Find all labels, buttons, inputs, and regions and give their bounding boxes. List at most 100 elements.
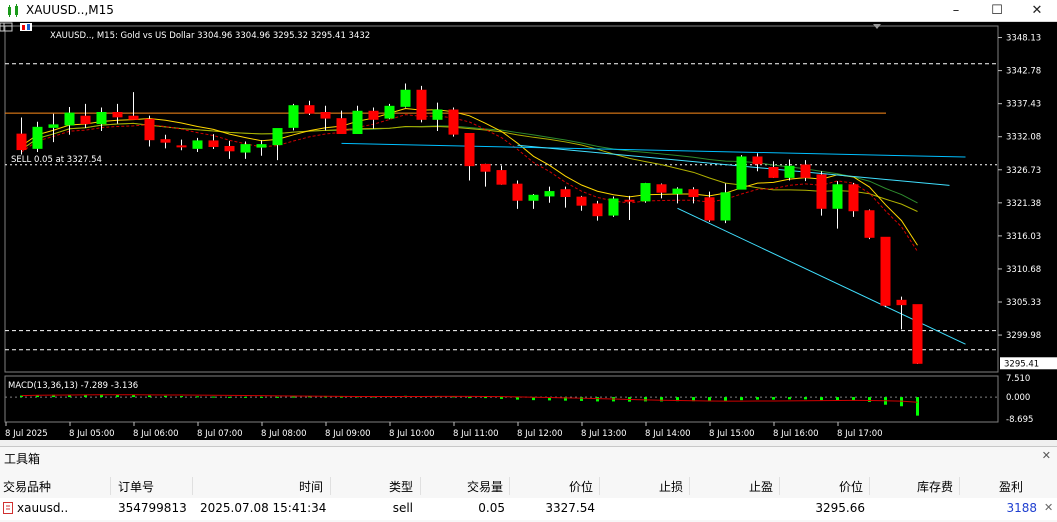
bear-candle (464, 133, 475, 167)
column-header-stop-loss[interactable]: 止损 (610, 478, 683, 495)
column-header-time[interactable]: 时间 (200, 478, 323, 495)
bull-candle (400, 89, 411, 107)
bull-candle (288, 105, 299, 128)
macd-histogram-bar (868, 397, 871, 402)
trade-label: SELL 0.05 at 3327.54 (11, 155, 102, 165)
macd-signal-line (21, 394, 918, 403)
macd-histogram-bar (212, 396, 215, 398)
time-tick-label: 8 Jul 2025 (5, 429, 48, 439)
macd-histogram-bar (148, 395, 151, 398)
bull-candle (672, 188, 683, 194)
order-profit: 3188 (1006, 501, 1037, 515)
orders-table-header: 交易品种 订单号 时间 类型 交易量 价位 止损 止盈 价位 库存费 盈利 (0, 475, 1057, 497)
bear-candle (128, 115, 139, 120)
macd-histogram-bar (500, 397, 503, 399)
price-tick-label: 3337.43 (1006, 100, 1041, 110)
bear-candle (496, 170, 507, 185)
column-header-take-profit[interactable]: 止盈 (700, 478, 773, 495)
macd-tick-label: -8.695 (1006, 415, 1033, 425)
time-tick-label: 8 Jul 16:00 (773, 429, 819, 439)
macd-histogram-bar (260, 396, 263, 398)
order-type: sell (392, 501, 413, 515)
bear-candle (880, 236, 891, 306)
macd-histogram-bar (820, 397, 823, 401)
bear-candle (560, 189, 571, 198)
chart-window-icon (8, 4, 18, 17)
current-price-label: 3295.41 (1004, 359, 1039, 369)
macd-histogram-bar (276, 396, 279, 398)
bull-candle (640, 183, 651, 202)
macd-histogram-bar (228, 396, 231, 398)
column-header-order[interactable]: 订单号 (118, 478, 154, 495)
macd-histogram-bar (484, 397, 487, 399)
bull-candle (32, 126, 43, 149)
bull-candle (64, 112, 75, 126)
bear-candle (688, 189, 699, 198)
bear-candle (704, 197, 715, 221)
column-header-current-price[interactable]: 价位 (790, 478, 863, 495)
bear-candle (768, 166, 779, 178)
column-header-swap[interactable]: 库存费 (880, 478, 953, 495)
macd-histogram-bar (836, 397, 839, 401)
macd-histogram-bar (740, 397, 743, 401)
price-tick-label: 3348.13 (1006, 34, 1041, 44)
macd-histogram-bar (772, 397, 775, 400)
price-chart[interactable]: SELL 0.05 at 3327.54 3348.13 3342.78 3337.4… (0, 22, 1057, 440)
price-tick-label: 3321.38 (1006, 199, 1041, 209)
column-header-symbol[interactable]: 交易品种 (3, 478, 51, 495)
macd-histogram-bar (596, 397, 599, 402)
trend-line-0 (341, 142, 966, 158)
macd-pane-frame (4, 375, 999, 423)
time-tick-label: 8 Jul 06:00 (133, 429, 179, 439)
price-tick-label: 3326.73 (1006, 166, 1041, 176)
bull-candle (240, 144, 251, 153)
price-tick-label: 3299.98 (1006, 331, 1041, 341)
bull-candle (720, 192, 731, 221)
bull-candle (432, 109, 443, 120)
column-header-profit[interactable]: 盈利 (970, 478, 1023, 495)
bear-candle (592, 203, 603, 217)
bear-candle (816, 174, 827, 209)
order-current-price: 3295.66 (815, 501, 865, 515)
column-header-open-price[interactable]: 价位 (520, 478, 593, 495)
bear-candle (176, 145, 187, 148)
order-volume: 0.05 (478, 501, 505, 515)
minimize-button[interactable]: – (939, 0, 973, 22)
order-symbol: xauusd.. (17, 501, 69, 515)
toolbox-close-icon[interactable]: ✕ (1042, 449, 1051, 462)
macd-histogram-bar (164, 395, 167, 398)
bear-candle (800, 164, 811, 178)
price-tick-label: 3316.03 (1006, 232, 1041, 242)
close-order-icon[interactable]: ✕ (1044, 501, 1053, 514)
column-header-volume[interactable]: 交易量 (430, 478, 503, 495)
macd-histogram-bar (804, 397, 807, 400)
bear-candle (912, 304, 923, 364)
bull-candle (528, 194, 539, 201)
macd-histogram-bar (468, 397, 471, 399)
time-tick-label: 8 Jul 09:00 (325, 429, 371, 439)
bear-candle (848, 184, 859, 212)
bear-candle (480, 163, 491, 172)
bear-candle (16, 133, 27, 151)
bear-candle (160, 139, 171, 143)
macd-histogram-bar (180, 396, 183, 398)
close-button[interactable]: ✕ (1020, 0, 1054, 22)
column-header-type[interactable]: 类型 (340, 478, 413, 495)
order-open-price: 3327.54 (545, 501, 595, 515)
bear-candle (576, 196, 587, 206)
bull-candle (48, 124, 59, 128)
macd-tick-label: 0.000 (1006, 393, 1030, 403)
order-row[interactable]: xauusd.. 354799813 2025.07.08 15:41:34 s… (0, 498, 1057, 520)
time-tick-label: 8 Jul 12:00 (517, 429, 563, 439)
macd-histogram-bar (724, 397, 727, 402)
bull-candle (544, 191, 555, 197)
price-tick-label: 3310.68 (1006, 265, 1041, 275)
bull-candle (736, 156, 747, 190)
time-tick-label: 8 Jul 11:00 (453, 429, 499, 439)
bear-candle (304, 105, 315, 114)
bull-candle (96, 112, 107, 125)
maximize-button[interactable]: ☐ (980, 0, 1014, 22)
chart-info-line: XAUUSD.., M15: Gold vs US Dollar 3304.96… (50, 31, 371, 41)
time-tick-label: 8 Jul 08:00 (261, 429, 307, 439)
macd-histogram-bar (516, 397, 519, 400)
